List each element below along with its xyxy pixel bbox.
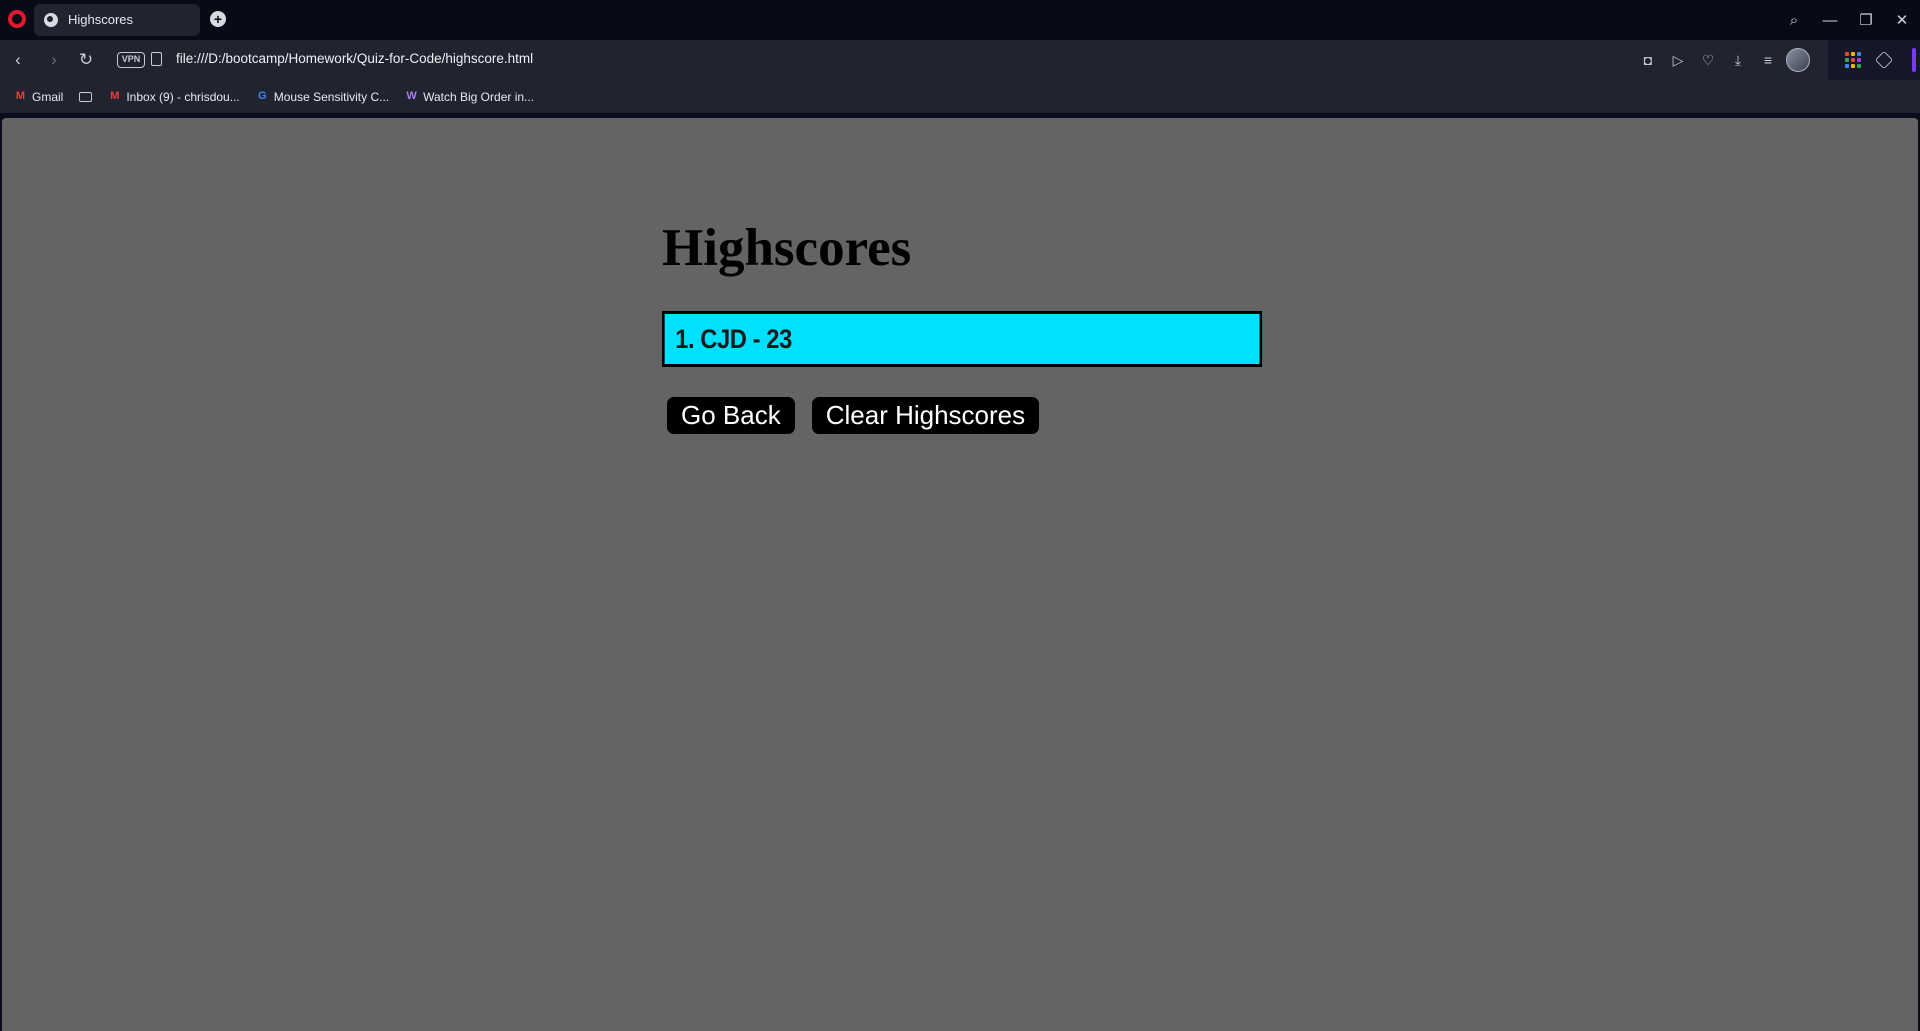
tab-title: Highscores [68,12,134,27]
browser-window: Highscores + ⌕ — ❐ ✕ ‹ › ↻ VPN file:///D… [0,0,1920,1031]
new-tab-button[interactable]: + [210,11,226,27]
bookmark-label: Watch Big Order in... [423,89,535,104]
google-icon: G [257,90,267,102]
list-item: 1. CJD - 23 [662,311,1263,367]
highscore-list: 1. CJD - 23 [662,311,1263,367]
menu-icon[interactable]: ≡ [1756,48,1780,72]
heart-icon[interactable]: ♡ [1696,48,1720,72]
gmail-icon: M [15,90,26,102]
bookmark-gmail[interactable]: M Gmail [14,90,63,104]
folder-icon [79,91,93,102]
bookmark-watch[interactable]: W Watch Big Order in... [405,90,534,104]
tab-highscores[interactable]: Highscores [34,4,200,36]
search-icon[interactable]: ⌕ [1776,0,1812,40]
action-buttons: Go Back Clear Highscores [667,397,1040,434]
globe-icon [44,13,58,27]
bookmark-label: Gmail [32,89,64,104]
bookmark-label: Inbox (9) - chrisdou... [126,89,240,104]
cube-icon[interactable] [1874,50,1894,70]
page-content: Highscores 1. CJD - 23 Go Back Clear Hig… [2,118,1918,1031]
address-bar-icons: ◘ ▷ ♡ ⤓ ≡ [1636,48,1810,72]
bookmark-mouse-sensitivity[interactable]: G Mouse Sensitivity C... [256,90,389,104]
close-icon[interactable]: ✕ [1884,0,1920,40]
camera-icon[interactable]: ◘ [1636,48,1660,72]
clear-highscores-button[interactable]: Clear Highscores [811,397,1040,434]
page-title: Highscores [662,219,912,277]
bookmark-label: Mouse Sensitivity C... [273,89,390,104]
sidebar-accent [1912,48,1916,72]
w-icon: W [406,90,417,102]
address-bar: ‹ › ↻ VPN file:///D:/bootcamp/Homework/Q… [0,40,1920,80]
send-icon[interactable]: ▷ [1666,48,1690,72]
url-field[interactable]: file:///D:/bootcamp/Homework/Quiz-for-Co… [176,51,533,66]
bookmark-inbox[interactable]: M Inbox (9) - chrisdou... [108,90,239,104]
reload-icon[interactable]: ↻ [74,48,98,72]
restore-icon[interactable]: ❐ [1848,0,1884,40]
tab-strip: Highscores + ⌕ — ❐ ✕ [0,0,1920,40]
extensions-panel [1828,40,1920,80]
download-icon[interactable]: ⤓ [1726,48,1750,72]
forward-icon[interactable]: › [42,48,66,72]
back-icon[interactable]: ‹ [6,48,30,72]
minimize-icon[interactable]: — [1812,0,1848,40]
bookmark-folder[interactable] [79,91,93,102]
apps-grid-icon[interactable] [1845,52,1861,68]
window-controls: ⌕ — ❐ ✕ [1776,0,1920,40]
gmail-icon: M [110,90,120,102]
avatar[interactable] [1786,48,1810,72]
vpn-badge[interactable]: VPN [117,52,145,68]
page-icon [151,52,162,66]
bookmarks-bar: M Gmail M Inbox (9) - chrisdou... G Mous… [0,80,1920,113]
opera-logo-icon[interactable] [8,10,26,28]
go-back-button[interactable]: Go Back [667,397,795,434]
